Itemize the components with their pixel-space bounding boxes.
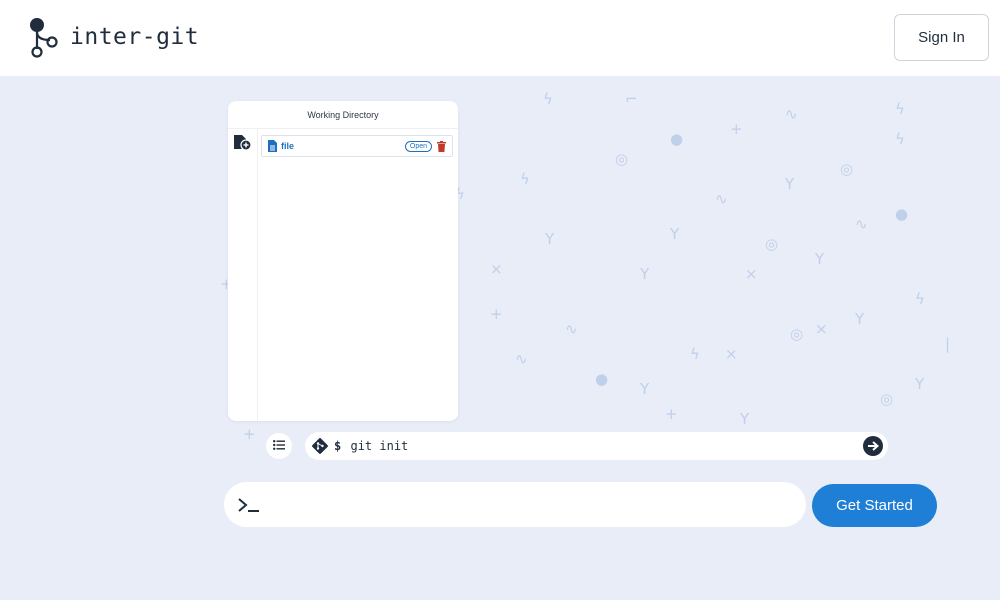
open-file-button[interactable]: Open: [404, 140, 432, 152]
trash-icon[interactable]: [437, 140, 446, 152]
app-name: inter-git: [70, 24, 200, 50]
header: inter-git Sign In: [0, 0, 1000, 76]
git-branch-logo-icon: [28, 16, 60, 58]
list-button[interactable]: [266, 433, 292, 459]
list-icon: [273, 437, 285, 455]
arrow-right-icon[interactable]: [863, 436, 883, 456]
command-prompt: $: [334, 439, 342, 453]
new-file-icon[interactable]: [233, 134, 252, 156]
working-directory-panel: Working Directory file Open: [228, 101, 458, 421]
get-started-button[interactable]: Get Started: [812, 484, 937, 527]
working-directory-title: Working Directory: [228, 101, 458, 129]
git-icon: [311, 437, 329, 455]
command-value: git init: [350, 439, 409, 453]
command-bar[interactable]: $ git init: [305, 432, 888, 460]
terminal-prompt-icon: [238, 497, 260, 513]
logo[interactable]: inter-git: [28, 16, 199, 58]
terminal-input-box[interactable]: [224, 482, 806, 527]
command-text: $ git init: [334, 439, 863, 453]
file-name: file: [281, 141, 295, 151]
file-icon: [268, 140, 277, 152]
sign-in-button[interactable]: Sign In: [894, 14, 989, 61]
terminal-input[interactable]: [268, 482, 806, 527]
file-item[interactable]: file Open: [261, 135, 453, 157]
working-directory-sidebar: [228, 129, 258, 421]
